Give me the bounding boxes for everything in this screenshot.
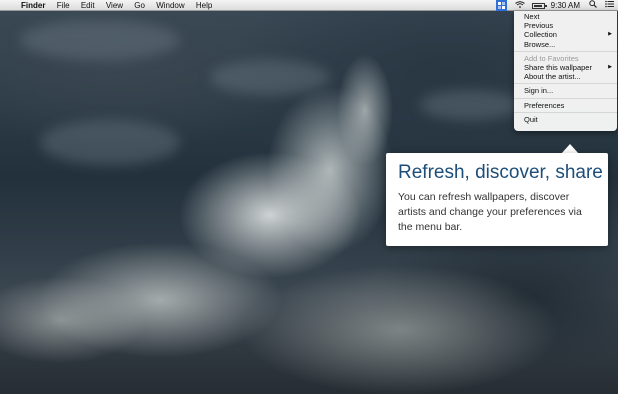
menu-item-sign-in[interactable]: Sign in... [514, 86, 617, 95]
menu-separator [514, 111, 617, 113]
menu-separator [514, 83, 617, 85]
menu-item-label: Browse... [524, 39, 556, 49]
menu-item-preferences[interactable]: Preferences [514, 101, 617, 110]
menu-item-label: Collection [524, 30, 557, 40]
menu-item-next[interactable]: Next [514, 12, 617, 21]
menu-item-label: Add to Favorites [524, 53, 579, 63]
menu-item-label: About the artist... [524, 72, 581, 82]
menu-item-share-wallpaper[interactable]: Share this wallpaper ▶ [514, 63, 617, 72]
spotlight-search-icon[interactable] [589, 0, 597, 11]
battery-icon[interactable] [531, 2, 547, 9]
menu-bar-status-area: 9:30 AM [495, 0, 614, 11]
menu-item-about-artist[interactable]: About the artist... [514, 72, 617, 81]
menu-edit[interactable]: Edit [81, 1, 95, 10]
wifi-icon[interactable] [514, 0, 525, 11]
menu-item-label: Previous [524, 21, 554, 31]
submenu-arrow-icon: ▶ [608, 31, 612, 38]
notification-center-list-icon[interactable] [605, 0, 614, 11]
menu-bar-clock[interactable]: 9:30 AM [551, 0, 580, 11]
menu-bar: Finder File Edit View Go Window Help 9:3… [0, 0, 618, 11]
menu-item-label: Next [524, 12, 540, 21]
menu-item-quit[interactable]: Quit [514, 115, 617, 124]
onboarding-callout: Refresh, discover, share You can refresh… [386, 153, 608, 246]
cloud-shape [20, 20, 180, 60]
menu-separator [514, 50, 617, 52]
submenu-arrow-icon: ▶ [608, 63, 612, 70]
menu-separator [514, 97, 617, 99]
menu-window[interactable]: Window [156, 1, 184, 10]
menu-help[interactable]: Help [196, 1, 212, 10]
menu-go[interactable]: Go [134, 1, 145, 10]
menu-file[interactable]: File [57, 1, 70, 10]
menu-item-label: Sign in... [524, 86, 554, 96]
menu-item-collection[interactable]: Collection ▶ [514, 30, 617, 39]
wallpaper-app-menu: Next Previous Collection ▶ Browse... Add … [514, 11, 617, 131]
menu-item-previous[interactable]: Previous [514, 21, 617, 30]
callout-body: You can refresh wallpapers, discover art… [398, 191, 582, 233]
desktop: Finder File Edit View Go Window Help 9:3… [0, 0, 618, 394]
callout-title: Refresh, discover, share [398, 162, 603, 183]
menu-finder[interactable]: Finder [21, 1, 45, 10]
menu-item-add-to-favorites: Add to Favorites [514, 54, 617, 63]
cloud-shape [210, 60, 330, 95]
menu-view[interactable]: View [106, 1, 123, 10]
wallpaper-app-icon[interactable] [495, 0, 507, 11]
menu-item-label: Preferences [524, 100, 565, 110]
cloud-shape [420, 90, 520, 120]
cloud-shape [40, 120, 180, 165]
menu-item-label: Share this wallpaper [524, 62, 592, 72]
menu-item-browse[interactable]: Browse... [514, 40, 617, 49]
menu-item-label: Quit [524, 114, 538, 124]
menu-bar-menus: Finder File Edit View Go Window Help [21, 0, 221, 11]
